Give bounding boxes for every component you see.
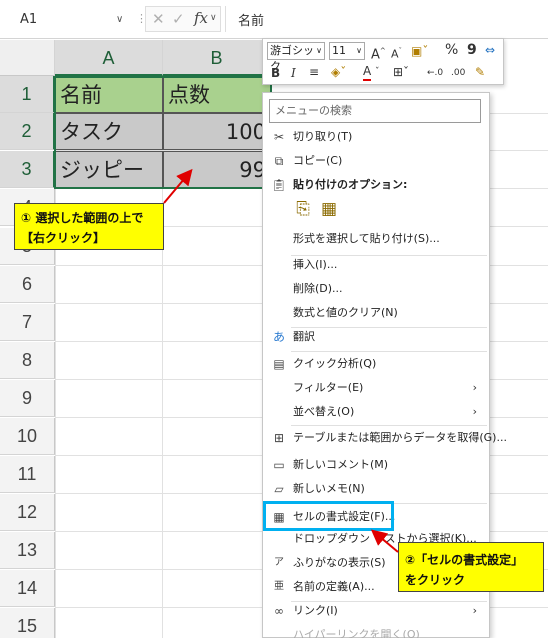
annotation-arrows	[163, 168, 399, 553]
arrow-to-selection	[163, 168, 193, 204]
arrow-to-format-cells	[370, 529, 399, 553]
